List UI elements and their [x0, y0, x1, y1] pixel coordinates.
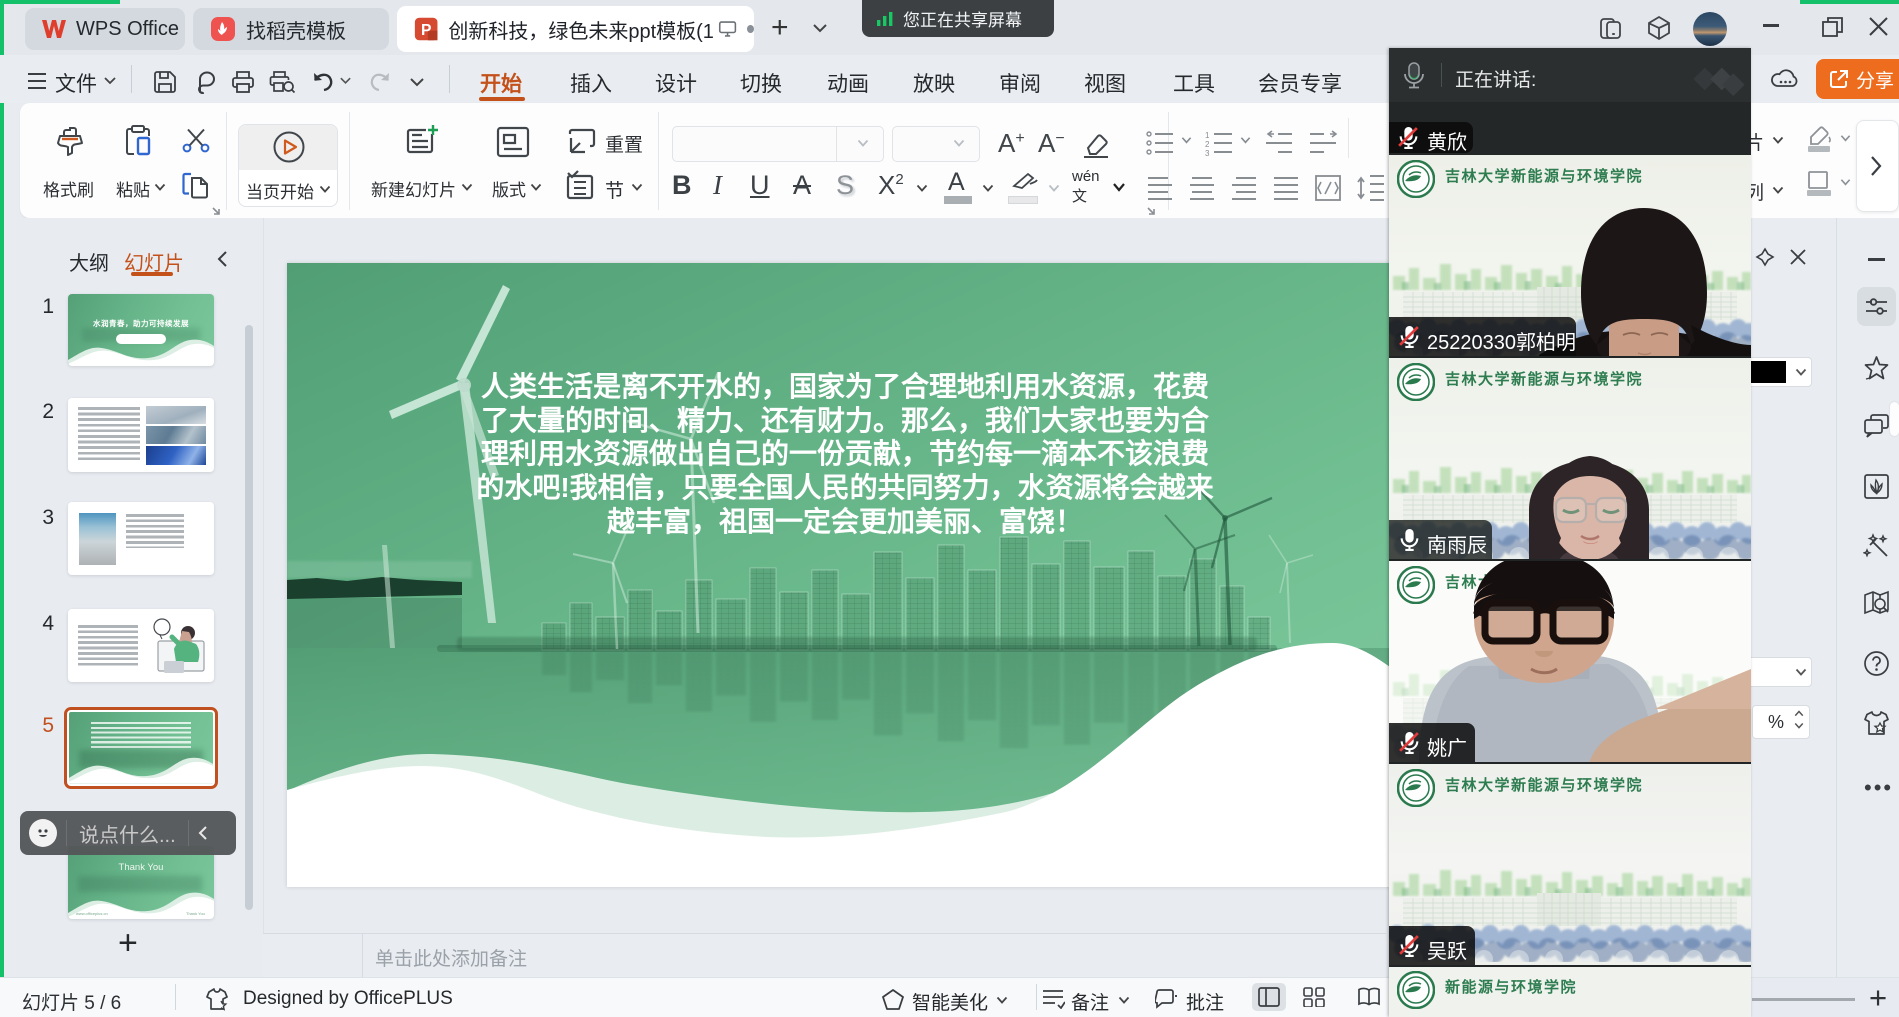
svg-text:www.officeplus.cn: www.officeplus.cn [76, 911, 108, 916]
svg-text:Thank You: Thank You [186, 911, 205, 916]
svg-text:1: 1 [1205, 131, 1210, 140]
svg-text:3: 3 [1205, 149, 1210, 156]
svg-text:2: 2 [1205, 140, 1210, 149]
svg-text:P: P [421, 22, 431, 39]
